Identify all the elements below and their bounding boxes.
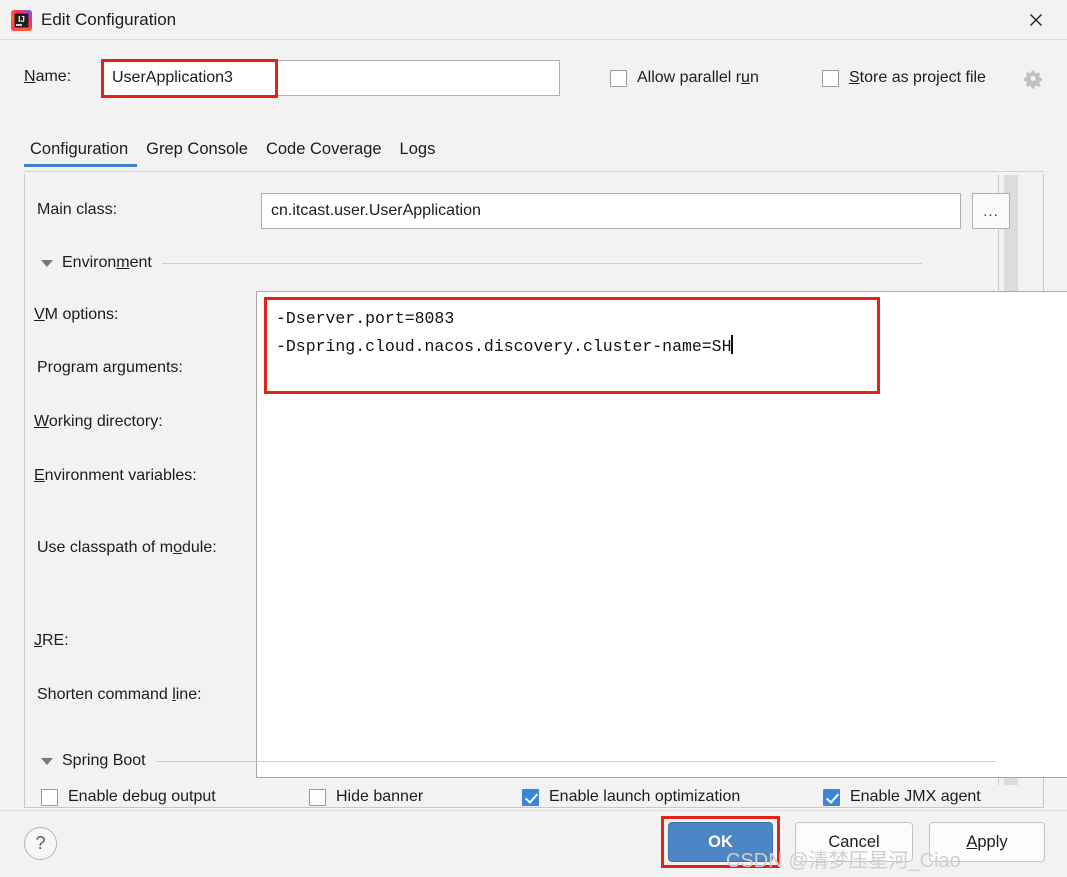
enable-jmx-agent-checkbox[interactable] <box>823 788 840 806</box>
allow-parallel-run-checkbox[interactable] <box>610 69 627 87</box>
main-class-label: Main class: <box>37 201 118 218</box>
cancel-button[interactable]: Cancel <box>795 822 913 862</box>
tab-logs[interactable]: Logs <box>391 140 445 167</box>
enable-debug-output-checkbox-row[interactable]: Enable debug output <box>41 788 216 806</box>
apply-button[interactable]: Apply <box>929 822 1045 862</box>
enable-jmx-agent-checkbox-row[interactable]: Enable JMX agent <box>823 788 981 806</box>
enable-debug-output-label: Enable debug output <box>68 788 216 805</box>
vm-options-line-2: -Dspring.cloud.nacos.discovery.cluster-n… <box>276 337 732 356</box>
gear-dropdown-icon[interactable] <box>1022 68 1044 90</box>
section-divider-line <box>161 262 922 264</box>
title-bar: IJ Edit Configuration <box>0 0 1067 40</box>
configuration-tabs: Configuration Grep Console Code Coverage… <box>24 140 444 174</box>
tab-code-coverage[interactable]: Code Coverage <box>257 140 391 167</box>
tab-divider <box>24 171 1044 172</box>
enable-launch-optimization-checkbox[interactable] <box>522 788 539 806</box>
working-directory-label: Working directory: <box>34 413 163 430</box>
spring-boot-section-header[interactable]: Spring Boot <box>41 752 1007 770</box>
ok-button[interactable]: OK <box>668 822 773 862</box>
help-button[interactable]: ? <box>24 827 57 860</box>
program-arguments-label: Program arguments: <box>37 359 183 376</box>
enable-jmx-agent-label: Enable JMX agent <box>850 788 981 805</box>
enable-launch-optimization-checkbox-row[interactable]: Enable launch optimization <box>522 788 740 806</box>
vm-options-line-1: -Dserver.port=8083 <box>276 309 455 328</box>
hide-banner-checkbox-row[interactable]: Hide banner <box>309 788 423 806</box>
hide-banner-checkbox[interactable] <box>309 788 326 806</box>
edit-configuration-dialog: IJ Edit Configuration Name: UserApplicat… <box>0 0 1067 877</box>
store-as-project-file-checkbox-row[interactable]: Store as project file <box>822 69 986 87</box>
hide-banner-label: Hide banner <box>336 788 424 805</box>
enable-debug-output-checkbox[interactable] <box>41 788 58 806</box>
tab-grep-console[interactable]: Grep Console <box>137 140 257 167</box>
name-label: Name: <box>24 68 71 86</box>
text-caret <box>731 335 733 354</box>
shorten-command-line-label: Shorten command line: <box>37 686 202 703</box>
name-label-rest: ame: <box>35 68 72 85</box>
name-input[interactable]: UserApplication3 <box>101 60 560 96</box>
chevron-down-icon <box>41 259 53 267</box>
use-classpath-of-module-label: Use classpath of module: <box>37 539 217 556</box>
environment-section-title: Environment <box>62 254 152 271</box>
window-title: Edit Configuration <box>41 10 177 29</box>
main-class-input[interactable]: cn.itcast.user.UserApplication <box>261 193 961 229</box>
vm-options-text[interactable]: -Dserver.port=8083 -Dspring.cloud.nacos.… <box>276 305 1056 361</box>
store-as-project-file-label: Store as project file <box>849 69 986 86</box>
tab-configuration[interactable]: Configuration <box>24 140 138 167</box>
section-divider-line <box>155 760 996 762</box>
close-icon[interactable] <box>1013 4 1059 36</box>
enable-launch-optimization-label: Enable launch optimization <box>549 788 741 805</box>
allow-parallel-run-checkbox-row[interactable]: Allow parallel run <box>610 69 759 87</box>
environment-variables-label: Environment variables: <box>34 467 197 484</box>
name-mnemonic: N <box>24 68 36 85</box>
allow-parallel-run-label: Allow parallel run <box>637 69 759 86</box>
bottom-divider <box>0 810 1067 811</box>
store-as-project-file-checkbox[interactable] <box>822 69 839 87</box>
vm-options-editor[interactable] <box>256 291 1067 778</box>
chevron-down-icon <box>41 757 53 765</box>
vm-options-label: VM options: <box>34 306 119 323</box>
svg-text:IJ: IJ <box>18 15 25 24</box>
spring-boot-section-title: Spring Boot <box>62 752 146 769</box>
jre-label: JRE: <box>34 632 69 649</box>
intellij-idea-icon: IJ <box>11 10 32 31</box>
main-class-browse-button[interactable]: ... <box>972 193 1010 229</box>
environment-section-header[interactable]: Environment <box>41 254 1007 272</box>
